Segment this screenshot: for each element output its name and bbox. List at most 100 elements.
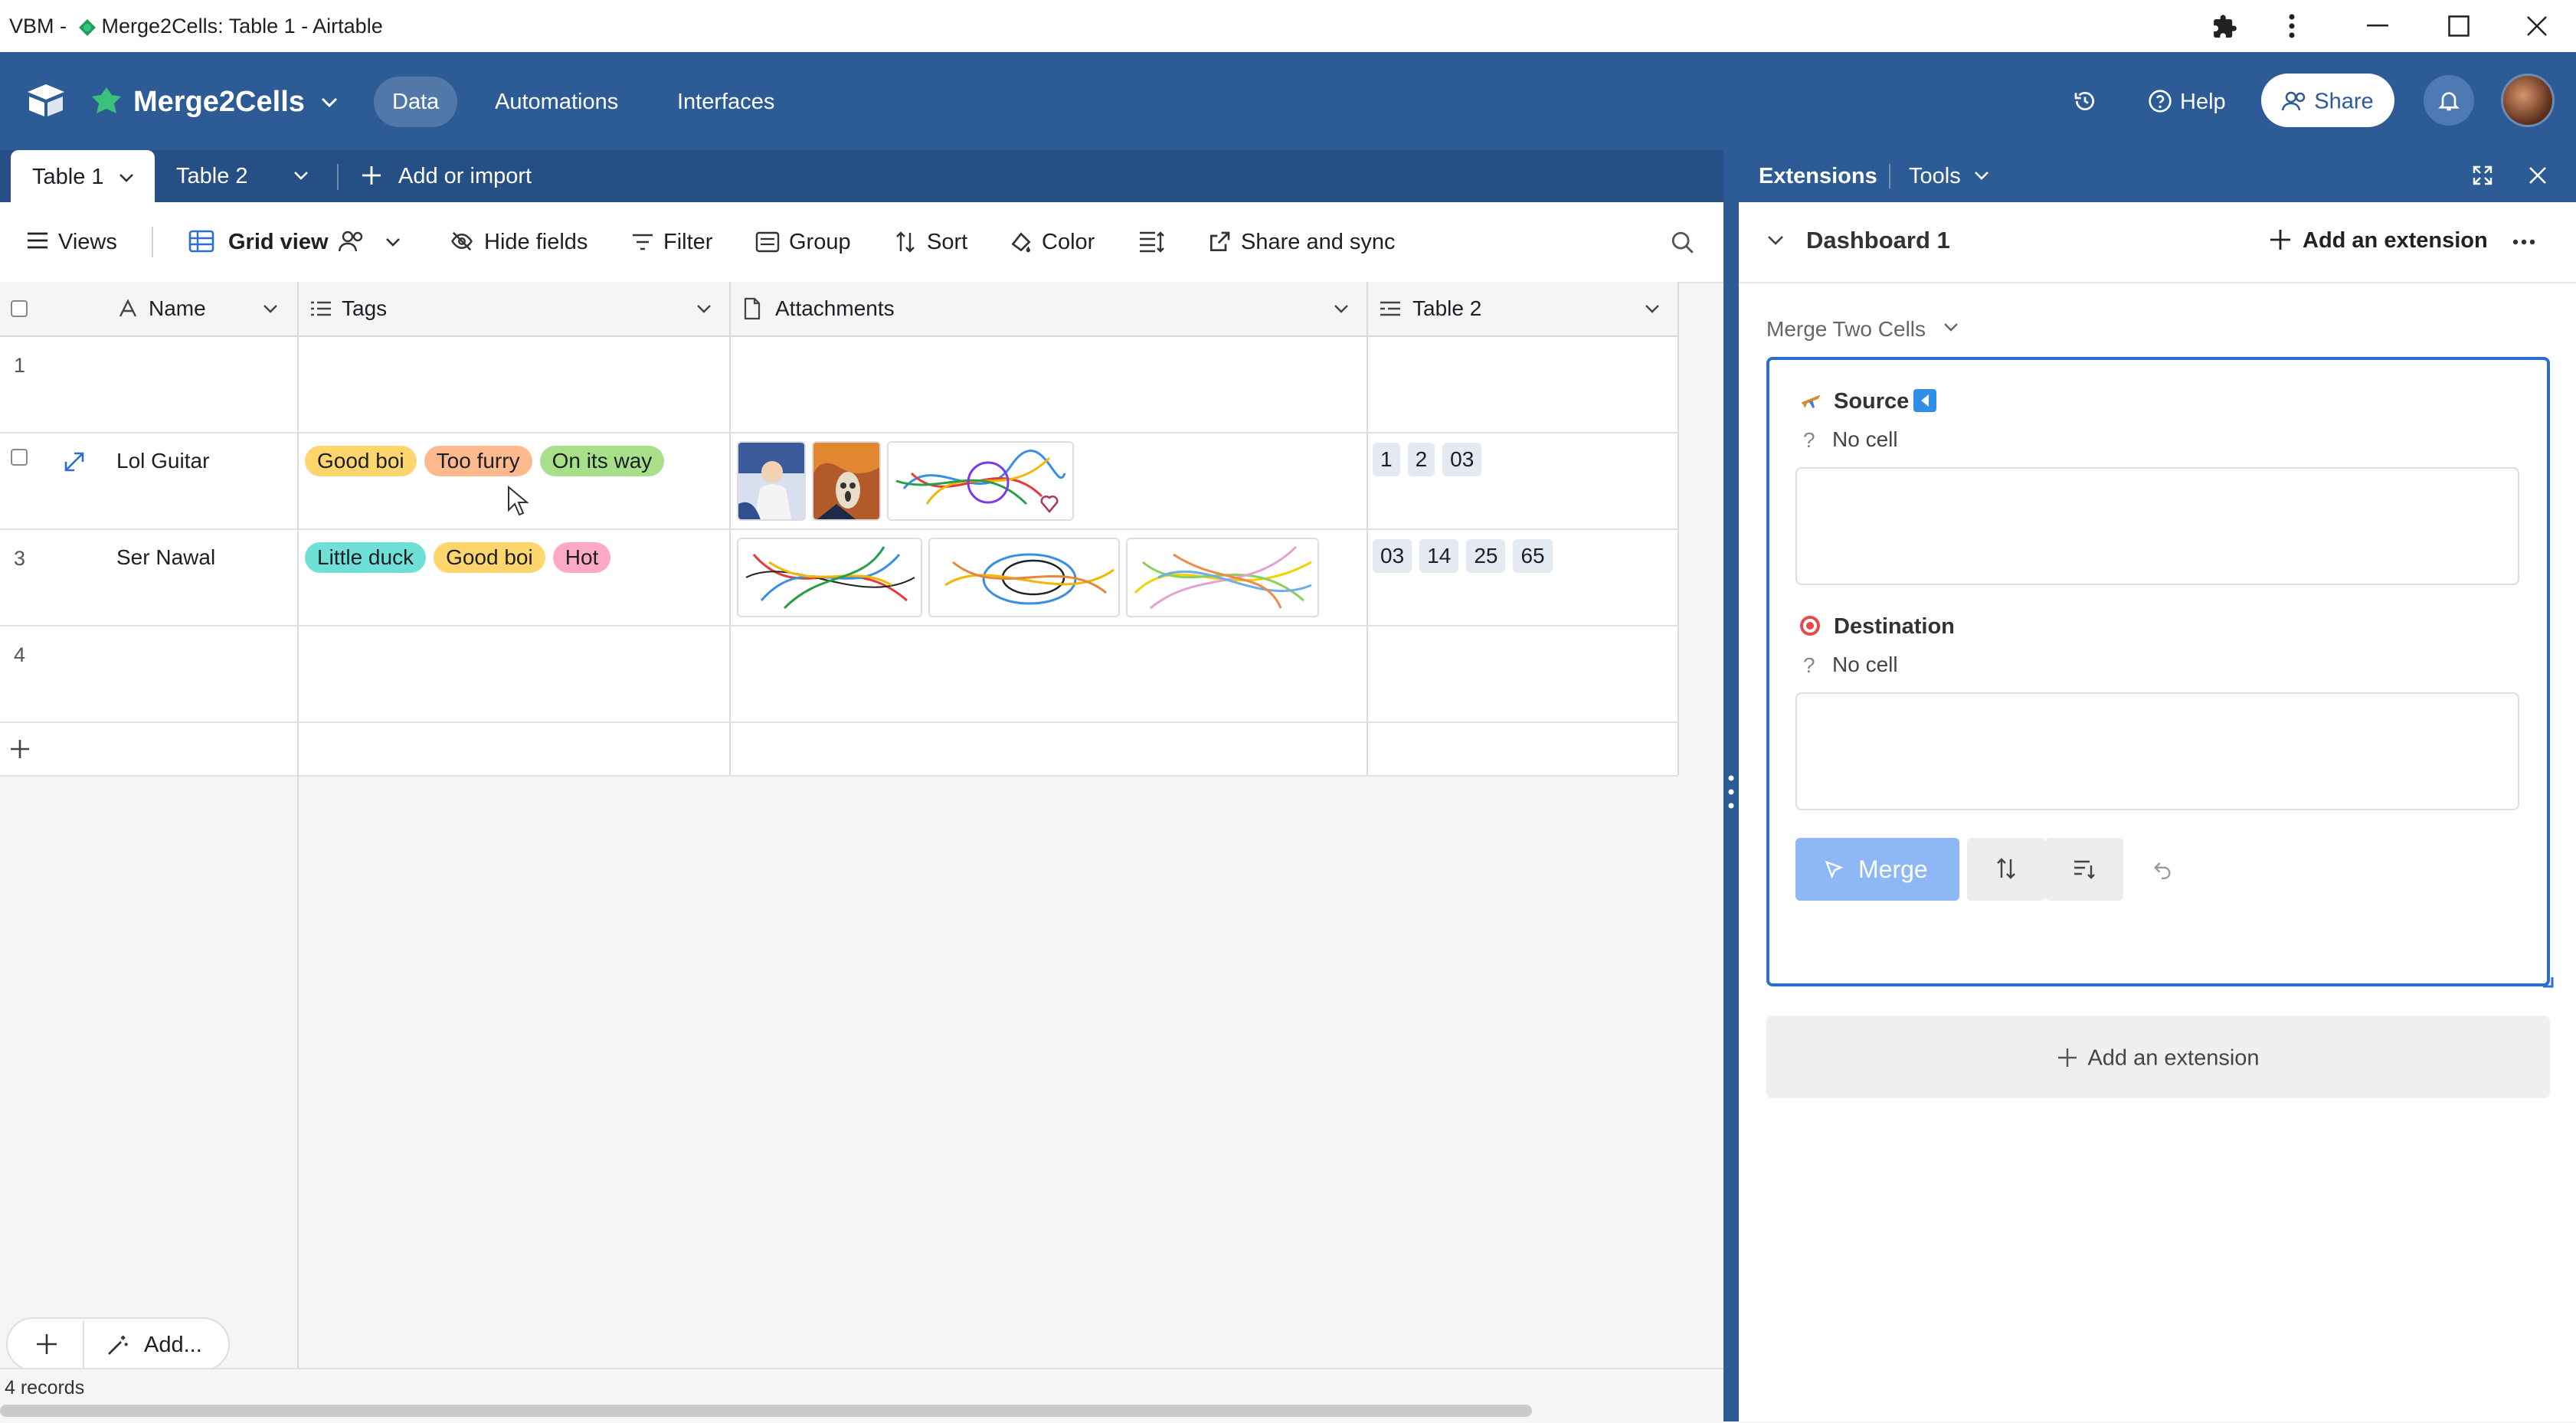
attachment-thumbnail[interactable] xyxy=(887,441,1074,521)
extension-name[interactable]: Merge Two Cells xyxy=(1766,314,1926,345)
cell-linked-records[interactable]: 03 14 25 65 xyxy=(1373,539,1560,573)
cell-attachments[interactable] xyxy=(737,538,1396,617)
linked-record-chip[interactable]: 14 xyxy=(1419,539,1459,573)
share-sync-icon[interactable] xyxy=(1207,230,1232,254)
nav-automations[interactable]: Automations xyxy=(476,77,637,127)
tab-table-1[interactable]: Table 1 xyxy=(11,150,155,204)
avatar[interactable] xyxy=(2501,74,2555,127)
extensions-icon[interactable] xyxy=(2212,14,2238,40)
tools-menu[interactable]: Tools xyxy=(1909,150,1961,202)
destination-cell-box[interactable] xyxy=(1795,692,2519,810)
add-row-plus-icon[interactable] xyxy=(9,738,31,760)
group-icon[interactable] xyxy=(755,231,780,253)
cell-attachments[interactable] xyxy=(737,441,1396,521)
views-menu-icon[interactable] xyxy=(26,231,49,250)
view-chevron-down-icon[interactable] xyxy=(385,237,401,247)
column-chevron-down-icon[interactable] xyxy=(1644,303,1661,314)
views-button[interactable]: Views xyxy=(58,202,117,282)
row-checkbox[interactable] xyxy=(11,449,28,466)
add-row[interactable] xyxy=(0,723,1678,777)
linked-record-chip[interactable]: 03 xyxy=(1373,539,1412,573)
swap-button[interactable] xyxy=(1967,838,2045,901)
chevron-down-icon[interactable] xyxy=(320,97,339,109)
add-button[interactable]: Add... xyxy=(144,1331,202,1359)
column-chevron-down-icon[interactable] xyxy=(1333,303,1350,314)
hide-fields-icon[interactable] xyxy=(449,230,475,253)
attachment-thumbnail[interactable] xyxy=(928,538,1120,617)
more-vert-icon[interactable] xyxy=(2287,12,2296,40)
table-row[interactable] xyxy=(0,337,1678,433)
column-header-attachments[interactable]: Attachments xyxy=(775,282,895,335)
horizontal-scrollbar[interactable] xyxy=(0,1405,1532,1417)
plus-icon[interactable] xyxy=(360,164,383,187)
view-name[interactable]: Grid view xyxy=(228,202,329,282)
add-or-import-button[interactable]: Add or import xyxy=(398,150,532,202)
back-arrow-icon[interactable] xyxy=(1913,389,1936,412)
merge-button[interactable]: Merge xyxy=(1795,838,1959,901)
nav-data[interactable]: Data xyxy=(374,77,458,127)
row-height-icon[interactable] xyxy=(1138,230,1164,253)
expand-icon[interactable] xyxy=(63,450,86,473)
cell-name[interactable]: Lol Guitar xyxy=(116,449,209,473)
linked-record-chip[interactable]: 03 xyxy=(1442,443,1482,476)
dashboard-chevron-down-icon[interactable] xyxy=(1766,234,1785,247)
add-extension-button[interactable]: Add an extension xyxy=(2303,225,2488,256)
history-icon[interactable] xyxy=(2073,89,2097,113)
column-chevron-down-icon[interactable] xyxy=(696,303,712,314)
add-extension-plus-icon[interactable] xyxy=(2269,228,2292,251)
cell-tags[interactable]: Good boi Too furry On its way xyxy=(305,446,672,476)
column-header-table2[interactable]: Table 2 xyxy=(1412,282,1481,335)
source-cell-box[interactable] xyxy=(1795,467,2519,585)
fullscreen-icon[interactable] xyxy=(2471,164,2494,187)
help-label[interactable]: Help xyxy=(2180,77,2226,127)
group-button[interactable]: Group xyxy=(789,202,851,282)
extensions-tab[interactable]: Extensions xyxy=(1759,150,1877,202)
sort-icon[interactable] xyxy=(895,230,916,254)
collaborators-icon[interactable] xyxy=(339,230,366,253)
linked-record-chip[interactable]: 2 xyxy=(1407,443,1435,476)
linked-record-chip[interactable]: 65 xyxy=(1513,539,1553,573)
select-all-checkbox[interactable] xyxy=(11,300,28,317)
minimize-icon[interactable] xyxy=(2367,25,2388,28)
share-sync-button[interactable]: Share and sync xyxy=(1241,202,1396,282)
add-extension-tile[interactable]: Add an extension xyxy=(1766,1016,2550,1098)
column-header-name[interactable]: Name xyxy=(149,282,206,335)
sort-button[interactable]: Sort xyxy=(927,202,967,282)
magic-wand-icon[interactable] xyxy=(106,1333,130,1357)
hide-fields-button[interactable]: Hide fields xyxy=(484,202,588,282)
cell-name[interactable]: Ser Nawal xyxy=(116,545,215,570)
search-icon[interactable] xyxy=(1670,230,1696,256)
attachment-thumbnail[interactable] xyxy=(812,441,881,521)
notifications-button[interactable] xyxy=(2424,75,2474,126)
close-panel-icon[interactable] xyxy=(2528,165,2548,185)
tabs-chevron-down-icon[interactable] xyxy=(293,170,309,181)
attachment-thumbnail[interactable] xyxy=(1126,538,1319,617)
filter-button[interactable]: Filter xyxy=(663,202,712,282)
dashboard-name[interactable]: Dashboard 1 xyxy=(1806,225,1950,256)
resize-handle-icon[interactable] xyxy=(2542,976,2554,988)
add-record-plus-icon[interactable] xyxy=(35,1333,58,1356)
drag-handle-icon[interactable] xyxy=(1728,774,1734,810)
undo-icon[interactable] xyxy=(2151,858,2174,879)
close-icon[interactable] xyxy=(2526,15,2548,37)
nav-interfaces[interactable]: Interfaces xyxy=(659,77,793,127)
attachment-thumbnail[interactable] xyxy=(737,441,806,521)
tools-chevron-down-icon[interactable] xyxy=(1973,170,1990,181)
attachment-thumbnail[interactable] xyxy=(737,538,922,617)
cell-linked-records[interactable]: 1 2 03 xyxy=(1373,443,1489,476)
share-button[interactable]: Share xyxy=(2261,74,2394,127)
chevron-down-icon[interactable] xyxy=(118,172,135,183)
column-header-tags[interactable]: Tags xyxy=(342,282,387,335)
filter-icon[interactable] xyxy=(631,233,654,251)
tab-table-2[interactable]: Table 2 xyxy=(176,150,248,202)
cell-tags[interactable]: Little duck Good boi Hot xyxy=(305,542,618,573)
maximize-icon[interactable] xyxy=(2448,15,2470,37)
airtable-logo-icon[interactable] xyxy=(26,83,66,118)
color-button[interactable]: Color xyxy=(1042,202,1095,282)
extension-chevron-down-icon[interactable] xyxy=(1943,322,1959,332)
sort-down-button[interactable] xyxy=(2045,838,2123,901)
more-horiz-icon[interactable] xyxy=(2512,239,2535,245)
linked-record-chip[interactable]: 1 xyxy=(1373,443,1400,476)
table-row[interactable] xyxy=(0,626,1678,723)
base-name[interactable]: Merge2Cells xyxy=(133,75,305,129)
